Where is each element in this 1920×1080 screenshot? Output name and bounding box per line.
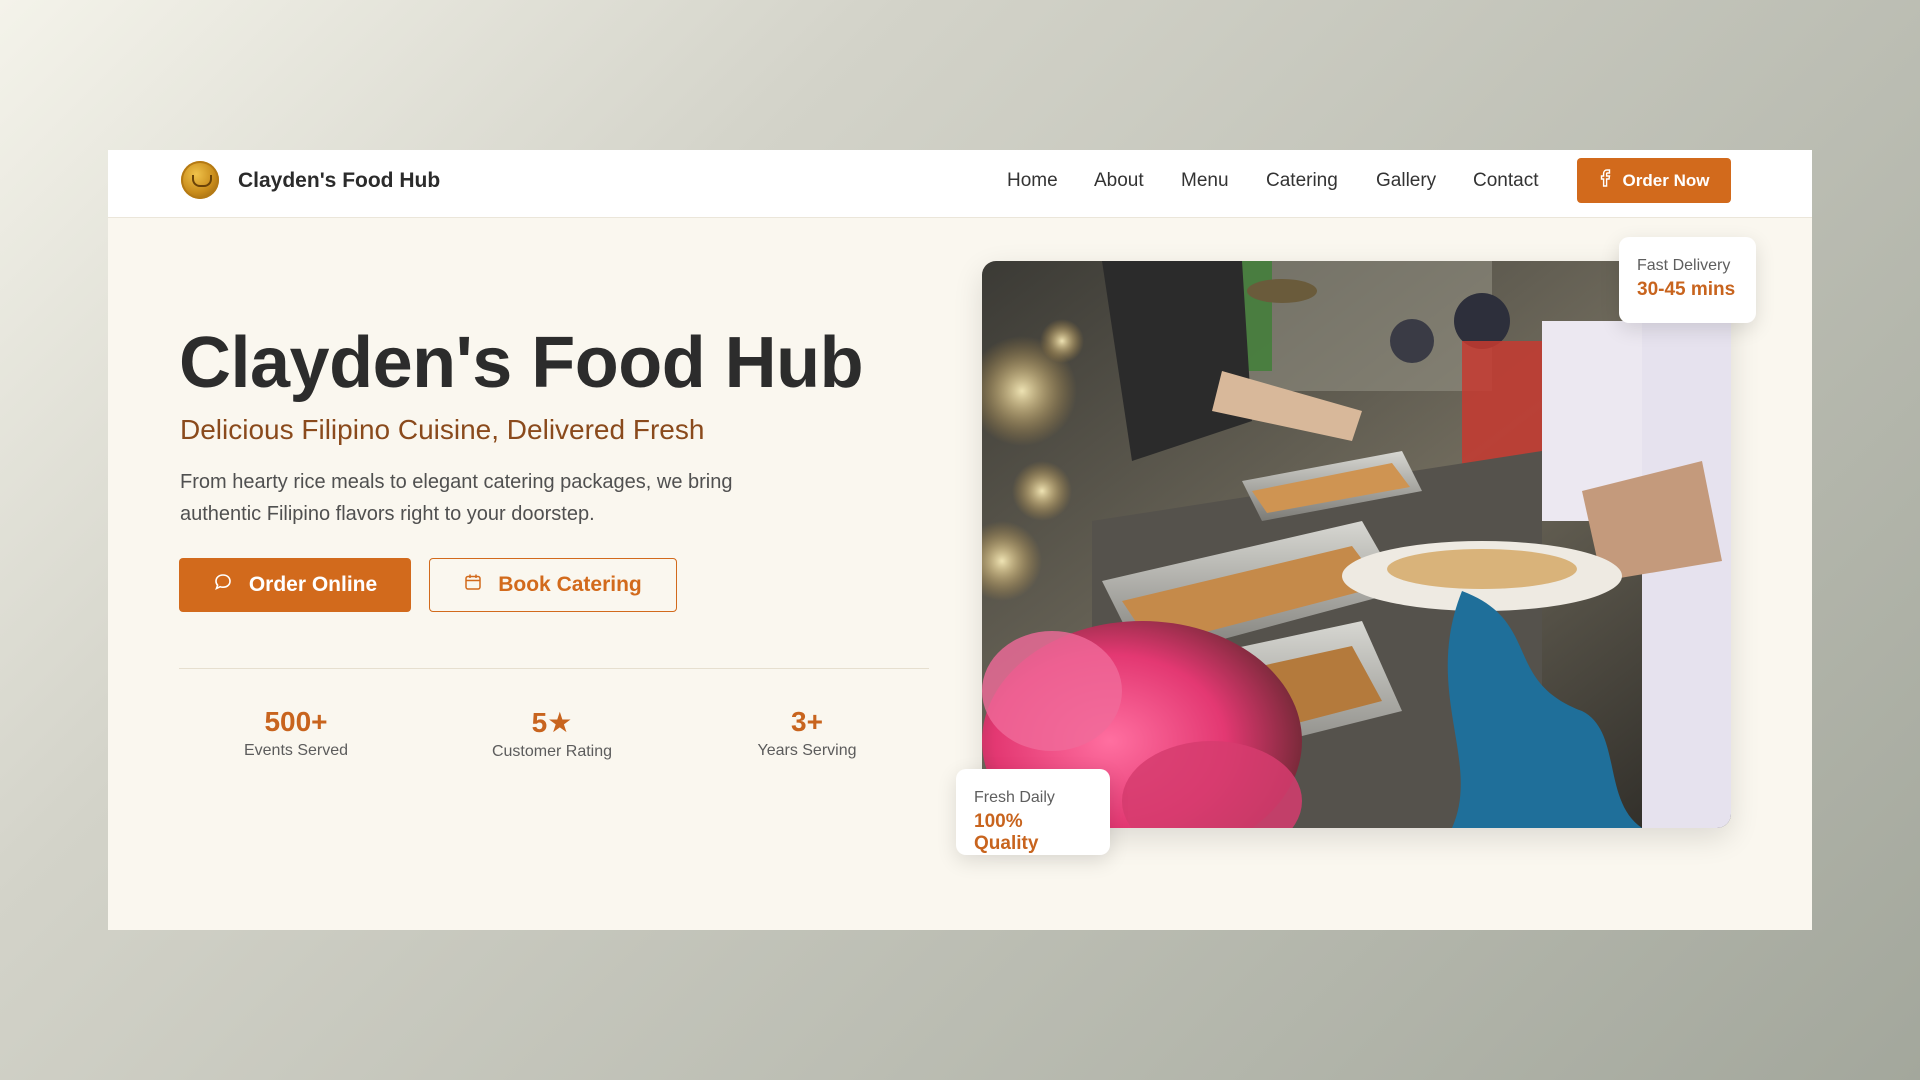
delivery-badge: Fast Delivery 30-45 mins bbox=[1619, 237, 1756, 323]
stats-divider bbox=[179, 668, 929, 669]
nav-about[interactable]: About bbox=[1094, 170, 1144, 192]
badge-value: 30-45 mins bbox=[1637, 279, 1736, 300]
badge-label: Fresh Daily bbox=[974, 789, 1055, 806]
nav-home[interactable]: Home bbox=[1007, 170, 1058, 192]
hero-image bbox=[982, 261, 1731, 828]
nav-gallery[interactable]: Gallery bbox=[1376, 170, 1436, 192]
stat-label: Customer Rating bbox=[491, 743, 613, 760]
order-now-label: Order Now bbox=[1622, 170, 1710, 190]
page-frame: Clayden's Food Hub Home About Menu Cater… bbox=[108, 150, 1812, 930]
nav-menu[interactable]: Menu bbox=[1181, 170, 1229, 192]
badge-label: Fast Delivery bbox=[1637, 257, 1731, 274]
order-now-button[interactable]: Order Now bbox=[1577, 158, 1731, 203]
hero-description: From hearty rice meals to elegant cateri… bbox=[180, 471, 733, 525]
brand-name[interactable]: Clayden's Food Hub bbox=[238, 169, 440, 193]
chat-bubble-icon bbox=[213, 572, 233, 598]
facebook-icon bbox=[1599, 169, 1611, 192]
logo-icon[interactable] bbox=[181, 161, 219, 199]
stat-rating: 5★ Customer Rating bbox=[442, 706, 662, 761]
book-catering-label: Book Catering bbox=[498, 573, 642, 596]
quality-badge: Fresh Daily 100% Quality bbox=[956, 769, 1110, 855]
hero-title: Clayden's Food Hub bbox=[179, 323, 864, 403]
badge-value: 100% Quality bbox=[974, 811, 1039, 854]
stat-value: 3+ bbox=[791, 706, 823, 737]
order-online-label: Order Online bbox=[248, 573, 378, 596]
stat-label: Years Serving bbox=[757, 742, 857, 759]
hero-subtitle: Delicious Filipino Cuisine, Delivered Fr… bbox=[180, 414, 705, 445]
stat-events: 500+ Events Served bbox=[186, 706, 406, 760]
buffet-photo bbox=[982, 261, 1731, 828]
stat-value: 500+ bbox=[264, 706, 328, 737]
stat-years: 3+ Years Serving bbox=[697, 706, 917, 760]
nav-contact[interactable]: Contact bbox=[1473, 170, 1538, 192]
book-catering-button[interactable]: Book Catering bbox=[429, 558, 677, 612]
nav-catering[interactable]: Catering bbox=[1266, 170, 1338, 192]
stat-value: 5★ bbox=[531, 707, 573, 738]
order-online-button[interactable]: Order Online bbox=[179, 558, 411, 612]
stat-label: Events Served bbox=[243, 742, 349, 759]
calendar-icon bbox=[464, 573, 482, 597]
site-header: Clayden's Food Hub Home About Menu Cater… bbox=[108, 150, 1812, 218]
